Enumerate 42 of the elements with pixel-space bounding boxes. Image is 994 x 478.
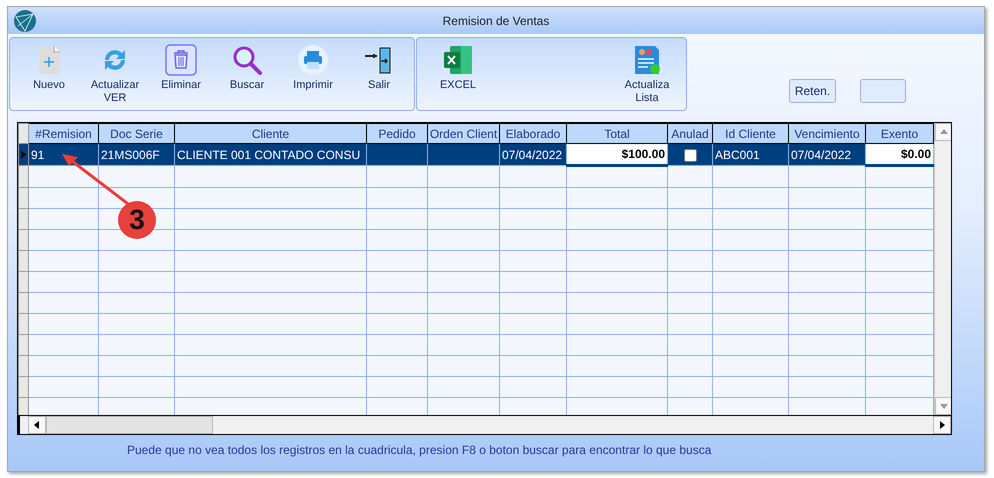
column-header[interactable]: Pedido	[366, 124, 428, 144]
table-cell: $0.00	[900, 147, 931, 161]
toolbar-button[interactable]: Actualizar VER	[82, 44, 148, 105]
printer-icon	[297, 44, 329, 76]
column-header[interactable]: Id Cliente	[712, 124, 788, 144]
scroll-right-icon[interactable]	[933, 416, 951, 434]
column-header[interactable]: Anulad	[668, 124, 712, 144]
table-cell: ABC001	[715, 148, 760, 162]
table-cell: CLIENTE 001 CONTADO CONSU	[177, 148, 360, 162]
checkbox[interactable]	[684, 148, 696, 162]
row-pointer-icon	[21, 150, 26, 159]
globe-icon	[13, 8, 37, 32]
table-cell: 91	[31, 148, 44, 162]
table-cell: 07/04/2022	[502, 148, 562, 162]
window-title: Remision de Ventas	[442, 14, 550, 28]
toolbar-button[interactable]: EXCEL	[425, 44, 491, 92]
table-cell: 21MS006F	[101, 148, 160, 162]
column-header[interactable]: Elaborado	[500, 124, 566, 144]
toolbar-button[interactable]: Salir	[346, 44, 412, 92]
column-header[interactable]: Vencimiento	[788, 124, 866, 144]
toolbar-button[interactable]: Actualiza Lista	[614, 44, 680, 105]
column-header[interactable]: Exento	[866, 124, 934, 144]
table-cell: $100.00	[622, 147, 665, 161]
search-icon	[231, 44, 263, 76]
button[interactable]: Reten.	[789, 79, 836, 103]
column-header[interactable]: #Remision	[28, 124, 98, 144]
column-header[interactable]: Orden Client	[428, 124, 500, 144]
column-header[interactable]: Cliente	[174, 124, 366, 144]
vertical-scrollbar[interactable]	[934, 123, 951, 415]
column-header[interactable]: Doc Serie	[98, 124, 174, 144]
scroll-left-icon[interactable]	[28, 416, 46, 434]
toolbar-button[interactable]: Eliminar	[148, 44, 214, 92]
toolbar-button[interactable]: Imprimir	[280, 44, 346, 92]
spreadsheet-icon	[442, 44, 474, 76]
horizontal-scrollbar[interactable]	[18, 415, 951, 434]
hint-text: Puede que no vea todos los registros en la cuadricula, presion F8 o boton buscar para encontrar lo que busca	[127, 443, 712, 457]
table-cell: 07/04/2022	[791, 148, 852, 162]
trash-icon	[165, 44, 197, 76]
toolbar-button[interactable]: Nuevo	[16, 44, 82, 92]
scroll-up-icon[interactable]	[935, 123, 951, 141]
toolbar-button[interactable]: Buscar	[214, 44, 280, 92]
column-header[interactable]: Total	[566, 124, 668, 144]
